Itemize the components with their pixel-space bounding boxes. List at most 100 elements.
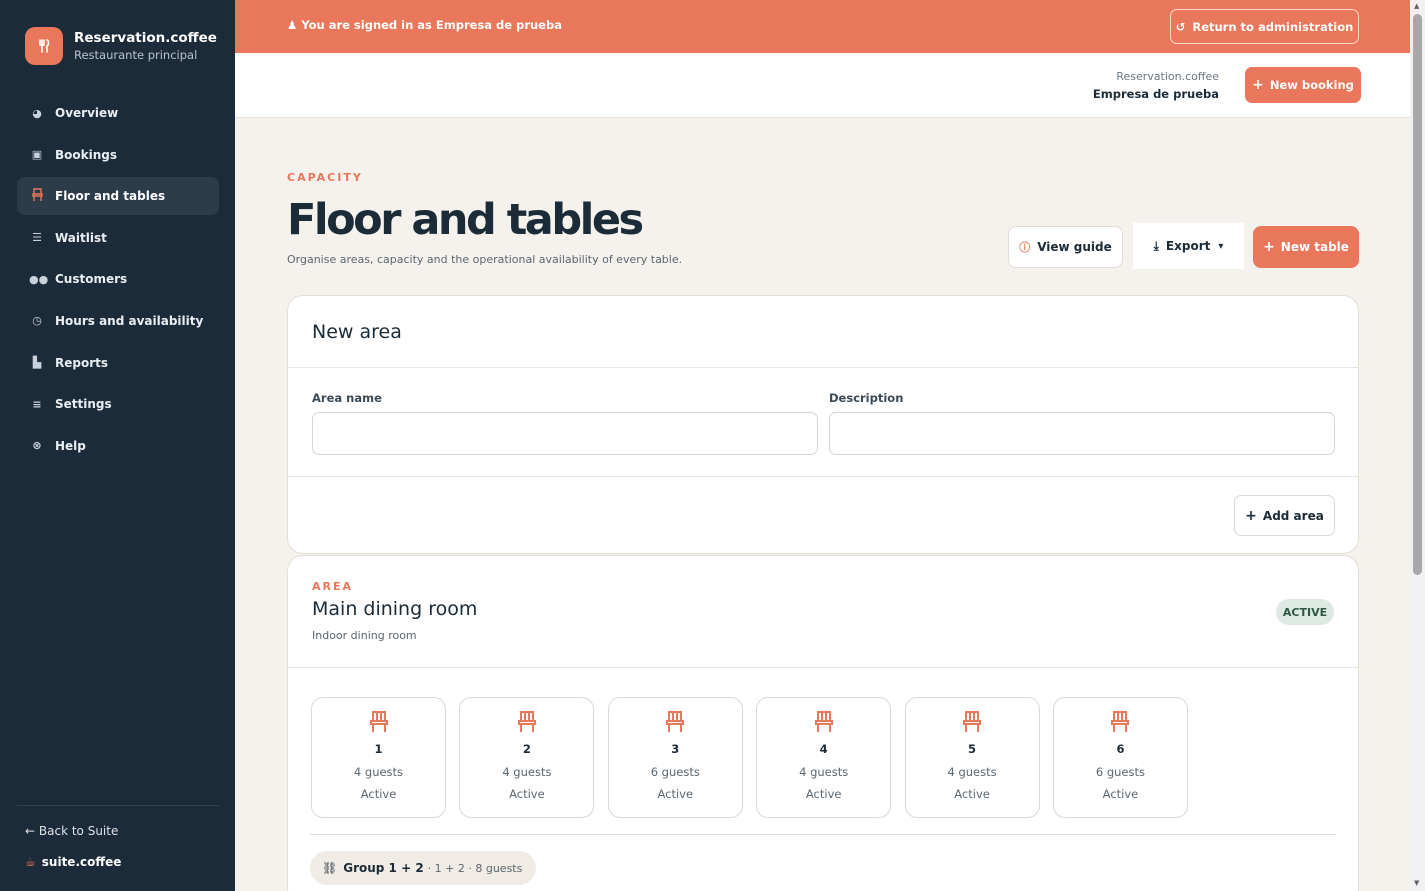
scrollbar-thumb[interactable] [1413, 14, 1422, 575]
banner-message: ♟ You are signed in as Empresa de prueba [287, 18, 562, 32]
group-name: Group 1 + 2 [343, 861, 424, 875]
new-table-button[interactable]: + New table [1253, 226, 1359, 268]
impersonation-banner: ♟ You are signed in as Empresa de prueba… [235, 0, 1410, 53]
sidebar-item-label: Waitlist [55, 230, 107, 245]
download-icon: ⤓ [1153, 238, 1159, 253]
arrow-left-icon: ← [25, 824, 36, 838]
sidebar-divider [17, 805, 219, 806]
table-guests: 6 guests [1095, 765, 1146, 779]
sidebar-item-reports[interactable]: ▙ Reports [17, 344, 219, 382]
back-to-suite-link[interactable]: ← Back to Suite [25, 824, 118, 838]
table-card[interactable]: 2 4 guests Active [459, 697, 595, 818]
help-buoy-icon: ⊗ [32, 439, 42, 453]
app-name: Reservation.coffee [1116, 70, 1219, 83]
suite-coffee-label: suite.coffee [41, 855, 122, 869]
page-eyebrow: CAPACITY [287, 171, 363, 184]
table-status: Active [805, 787, 842, 801]
page-description: Organise areas, capacity and the operati… [287, 253, 683, 266]
sidebar-item-settings[interactable]: ≡ Settings [17, 385, 219, 423]
bar-chart-icon: ▙ [32, 356, 42, 370]
chair-icon [29, 188, 45, 204]
table-guests: 6 guests [650, 765, 700, 779]
plus-icon: + [1245, 507, 1257, 524]
sidebar-nav: ◕ Overview ▣ Bookings Floor and tables ☰… [17, 94, 219, 468]
area-description: Indoor dining room [312, 629, 417, 642]
return-label: Return to administration [1192, 19, 1354, 34]
back-to-suite-label: Back to Suite [38, 824, 119, 838]
area-name-input[interactable] [312, 412, 818, 455]
new-area-card: New area Area name Description + Add are… [287, 295, 1359, 554]
sidebar-item-label: Hours and availability [55, 313, 204, 328]
table-group-chip[interactable]: ⛓ Group 1 + 2 · 1 + 2 · 8 guests [310, 851, 537, 885]
brand[interactable]: Reservation.coffee Restaurante principal [25, 27, 217, 65]
user-icon: ♟ [287, 18, 298, 32]
sidebar-item-waitlist[interactable]: ☰ Waitlist [17, 219, 219, 257]
table-card[interactable]: 6 6 guests Active [1052, 697, 1188, 818]
brand-subtitle: Restaurante principal [74, 48, 198, 62]
description-label: Description [829, 391, 904, 405]
page-scrollbar[interactable]: ▲ ▼ [1410, 0, 1425, 891]
undo-icon: ↺ [1175, 19, 1186, 34]
view-guide-label: View guide [1037, 240, 1112, 254]
sidebar-item-label: Bookings [55, 147, 118, 162]
export-dropdown-button[interactable]: ⤓ Export ▾ [1133, 223, 1244, 269]
table-card[interactable]: 4 4 guests Active [756, 697, 892, 818]
chair-icon [666, 711, 685, 732]
table-number: 3 [671, 742, 680, 756]
company-name: Empresa de prueba [1092, 87, 1219, 101]
top-header: Reservation.coffee Empresa de prueba + N… [235, 53, 1410, 118]
sidebar-item-hours-and-availability[interactable]: ◷ Hours and availability [17, 302, 219, 340]
table-guests: 4 guests [502, 765, 552, 779]
sidebar-item-label: Floor and tables [55, 189, 166, 204]
area-divider [288, 667, 1358, 668]
scroll-up-arrow-icon[interactable]: ▲ [1414, 2, 1419, 10]
scroll-down-arrow-icon[interactable]: ▼ [1414, 879, 1419, 887]
chevron-down-icon: ▾ [1218, 240, 1224, 252]
add-area-button[interactable]: + Add area [1234, 495, 1335, 536]
sidebar-item-help[interactable]: ⊗ Help [17, 427, 219, 465]
sidebar-item-floor-and-tables[interactable]: Floor and tables [17, 177, 219, 216]
table-status: Active [657, 787, 694, 801]
table-guests: 4 guests [947, 765, 997, 779]
plus-icon: + [1252, 77, 1264, 93]
table-status: Active [360, 787, 397, 801]
area-name-label: Area name [312, 391, 382, 405]
list-icon: ☰ [32, 231, 42, 245]
sidebar-item-label: Help [55, 438, 86, 453]
sidebar-item-customers[interactable]: ●● Customers [17, 260, 219, 298]
tables-list: 1 4 guests Active 2 4 guests Active 3 6 … [311, 697, 1201, 818]
sidebar-item-label: Settings [55, 397, 112, 412]
table-card[interactable]: 5 4 guests Active [904, 697, 1040, 818]
chair-icon [814, 711, 833, 732]
sidebar-item-bookings[interactable]: ▣ Bookings [17, 136, 219, 174]
table-guests: 4 guests [353, 765, 404, 779]
sidebar-item-label: Customers [55, 272, 128, 287]
users-icon: ●● [29, 272, 49, 286]
tables-divider [310, 834, 1336, 835]
brand-logo-icon [25, 27, 63, 65]
question-circle-icon: ⓘ [1019, 241, 1031, 254]
banner-message-text: You are signed in as Empresa de prueba [301, 18, 562, 32]
status-badge: ACTIVE [1276, 599, 1334, 625]
calendar-icon: ▣ [31, 148, 43, 162]
chair-icon [963, 711, 982, 732]
return-to-administration-button[interactable]: ↺ Return to administration [1170, 9, 1359, 44]
view-guide-button[interactable]: ⓘ View guide [1008, 226, 1123, 268]
chair-icon [517, 711, 536, 732]
new-booking-button[interactable]: + New booking [1245, 67, 1361, 103]
table-number: 5 [968, 742, 977, 756]
table-status: Active [509, 787, 545, 801]
table-status: Active [954, 787, 990, 801]
table-number: 6 [1116, 742, 1125, 756]
page-title: Floor and tables [287, 195, 644, 245]
suite-coffee-link[interactable]: ☕ suite.coffee [25, 855, 121, 869]
sidebar-item-overview[interactable]: ◕ Overview [17, 94, 219, 132]
table-card[interactable]: 1 4 guests Active [311, 697, 446, 818]
table-guests: 4 guests [799, 765, 849, 779]
chair-icon [1111, 711, 1130, 732]
description-input[interactable] [829, 412, 1335, 455]
table-card[interactable]: 3 6 guests Active [607, 697, 743, 818]
card-divider [288, 476, 1358, 477]
link-icon: ⛓ [322, 861, 338, 875]
area-card: AREA Main dining room Indoor dining room… [287, 555, 1359, 891]
